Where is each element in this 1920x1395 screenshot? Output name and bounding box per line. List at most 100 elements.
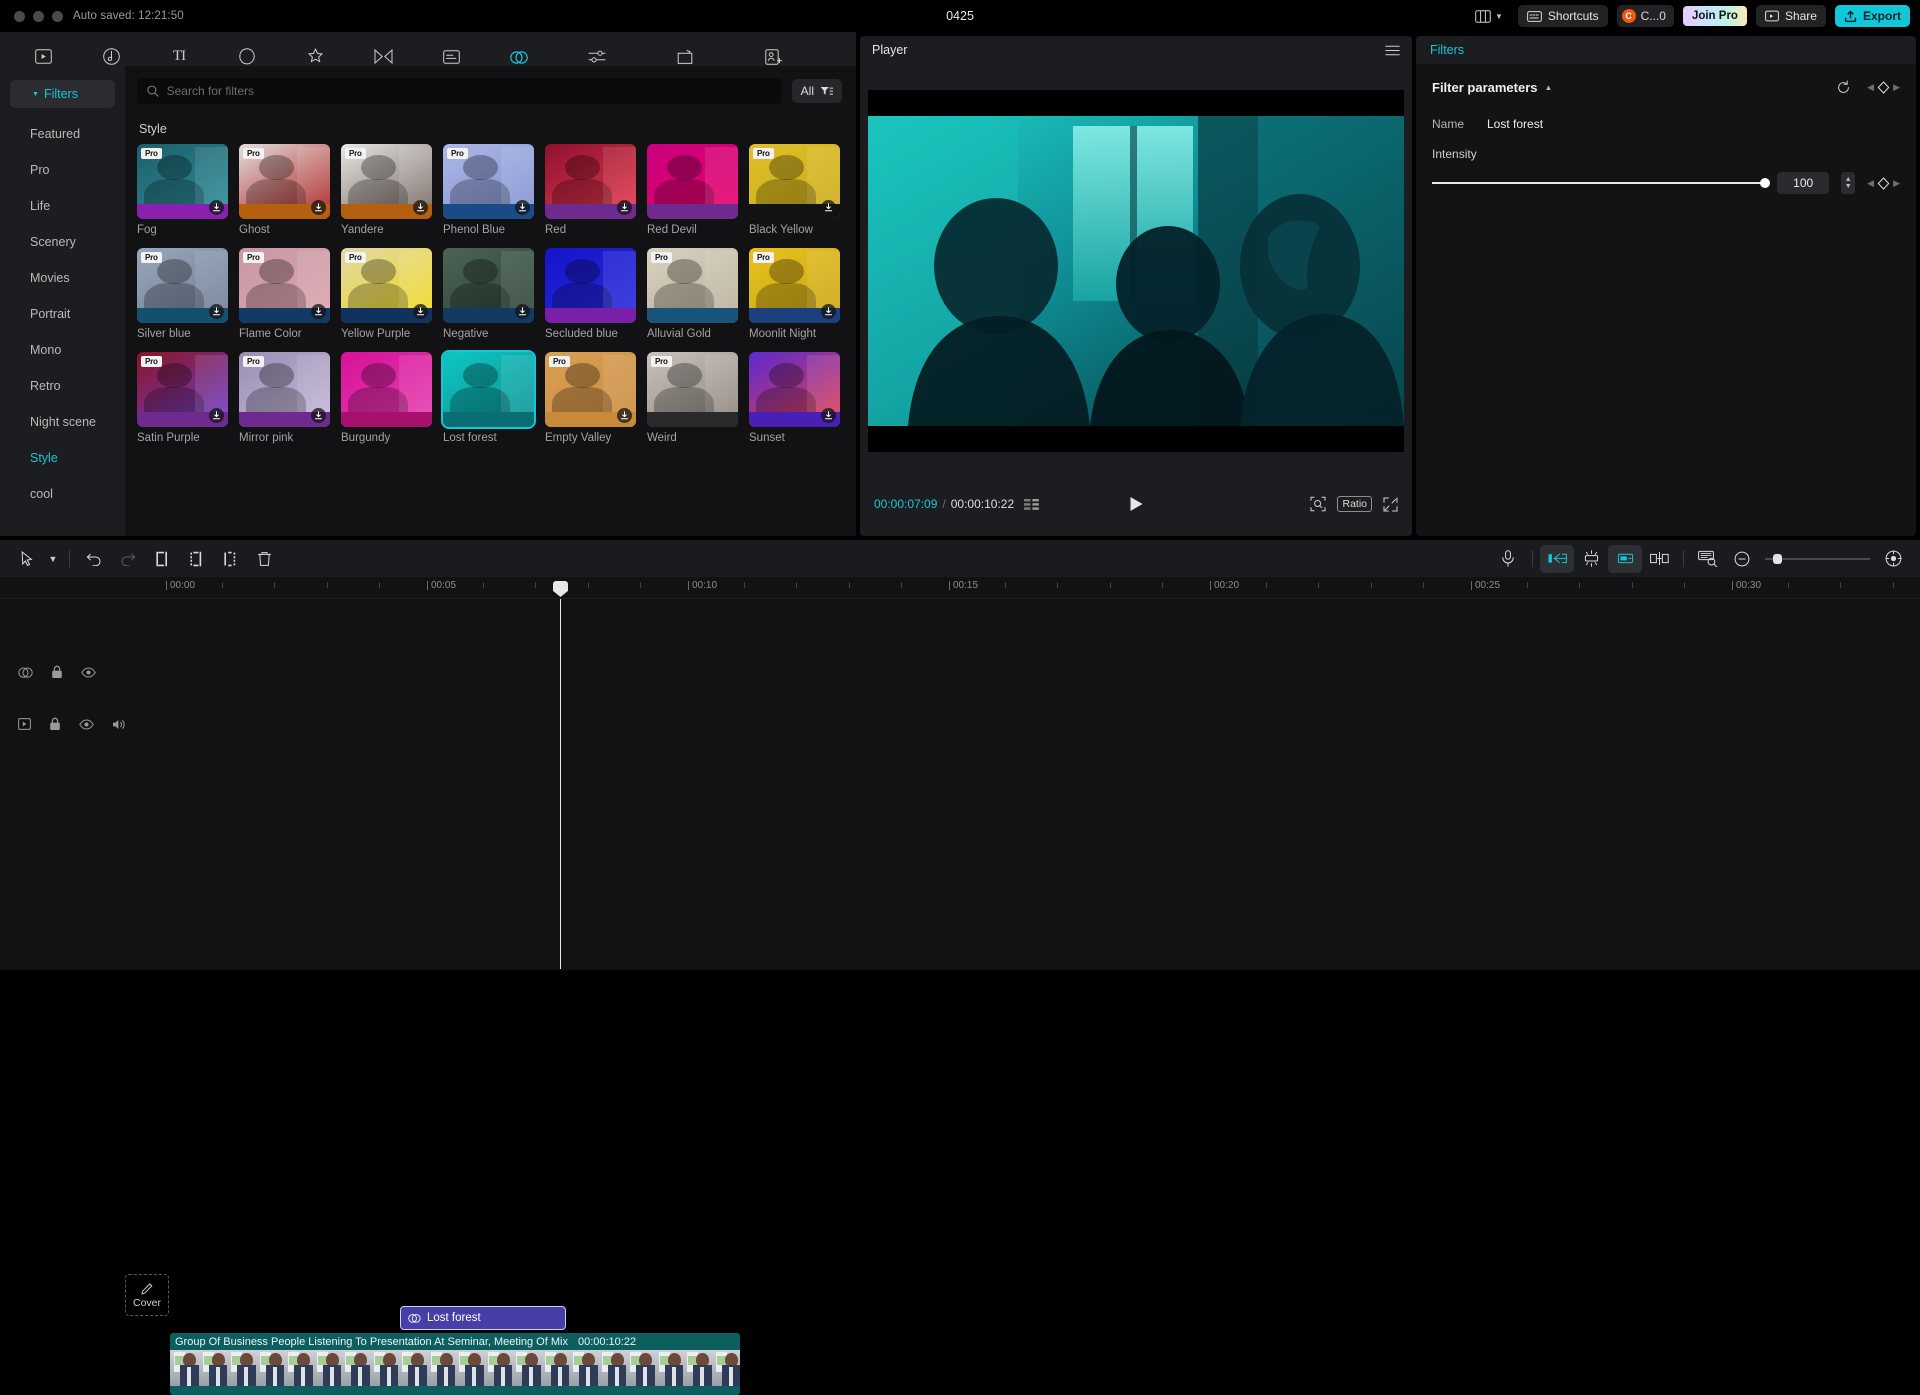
filter-thumbnail[interactable]: Pro — [239, 248, 330, 323]
filter-parameters-title-wrap[interactable]: Filter parameters ▲ — [1432, 80, 1552, 95]
sidebar-header-filters[interactable]: ▼ Filters — [10, 80, 115, 108]
lock-icon[interactable] — [49, 717, 61, 731]
sidebar-item-pro[interactable]: Pro — [0, 152, 125, 188]
export-button[interactable]: Export — [1834, 5, 1910, 27]
timeline-ruler[interactable]: 00:00 00:05 00:10 00:15 00:20 00:25 00:30 — [0, 577, 1920, 599]
filter-card[interactable]: Red — [545, 144, 636, 236]
download-icon[interactable] — [515, 304, 530, 319]
trim-start-button[interactable] — [179, 545, 213, 573]
download-icon[interactable] — [311, 304, 326, 319]
filter-card[interactable]: Pro Black Yellow — [749, 144, 840, 236]
download-icon[interactable] — [311, 200, 326, 215]
filter-card[interactable]: Pro Mirror pink — [239, 352, 330, 444]
filter-thumbnail[interactable]: Pro — [137, 248, 228, 323]
sidebar-item-scenery[interactable]: Scenery — [0, 224, 125, 260]
filter-all-button[interactable]: All — [791, 79, 842, 103]
hamburger-icon[interactable] — [1385, 45, 1400, 56]
keyframe-prev-icon[interactable]: ◀ — [1867, 178, 1874, 189]
filter-thumbnail[interactable]: Pro — [137, 144, 228, 219]
keyframe-prev-icon[interactable]: ◀ — [1867, 82, 1874, 93]
filter-card[interactable]: Pro Phenol Blue — [443, 144, 534, 236]
filter-thumbnail[interactable]: Pro — [545, 352, 636, 427]
download-icon[interactable] — [209, 408, 224, 423]
auto-sync-button[interactable] — [1574, 545, 1608, 573]
download-icon[interactable] — [617, 408, 632, 423]
filter-card[interactable]: Pro Satin Purple — [137, 352, 228, 444]
filter-thumbnail[interactable] — [441, 350, 536, 429]
share-button[interactable]: Share — [1755, 5, 1826, 27]
keyframe-control[interactable]: ◀ ▶ — [1867, 81, 1900, 94]
filter-card[interactable]: Pro Yandere — [341, 144, 432, 236]
ratio-button[interactable]: Ratio — [1337, 496, 1372, 512]
zoom-fit-button[interactable] — [1876, 545, 1910, 573]
download-icon[interactable] — [209, 304, 224, 319]
filter-thumbnail[interactable] — [443, 248, 534, 323]
credits-button[interactable]: C C...0 — [1616, 5, 1674, 27]
sidebar-item-life[interactable]: Life — [0, 188, 125, 224]
filter-thumbnail[interactable]: Pro — [341, 248, 432, 323]
sidebar-item-cool[interactable]: cool — [0, 476, 125, 512]
filter-thumbnail[interactable]: Pro — [239, 352, 330, 427]
split-button[interactable] — [145, 545, 179, 573]
filter-card[interactable]: Pro Silver blue — [137, 248, 228, 340]
redo-button[interactable] — [111, 545, 145, 573]
filter-thumbnail[interactable] — [647, 144, 738, 219]
filter-thumbnail[interactable]: Pro — [749, 144, 840, 219]
eye-icon[interactable] — [81, 666, 96, 678]
filter-card[interactable]: Secluded blue — [545, 248, 636, 340]
download-icon[interactable] — [515, 200, 530, 215]
filter-card[interactable]: Burgundy — [341, 352, 432, 444]
download-icon[interactable] — [617, 200, 632, 215]
crop-button[interactable] — [1642, 545, 1676, 573]
sidebar-item-style[interactable]: Style — [0, 440, 125, 476]
filter-card[interactable]: Pro Yellow Purple — [341, 248, 432, 340]
speaker-icon[interactable] — [112, 718, 126, 731]
sidebar-item-mono[interactable]: Mono — [0, 332, 125, 368]
filter-thumbnail[interactable]: Pro — [443, 144, 534, 219]
timeline-zoom-slider[interactable] — [1765, 553, 1870, 564]
keyframe-next-icon[interactable]: ▶ — [1893, 178, 1900, 189]
lock-icon[interactable] — [51, 665, 63, 679]
window-controls[interactable] — [14, 10, 63, 22]
trim-end-button[interactable] — [213, 545, 247, 573]
close-window-button[interactable] — [14, 10, 25, 22]
search-input[interactable] — [166, 84, 772, 98]
record-voiceover-button[interactable] — [1491, 545, 1525, 573]
stepper-down-icon[interactable]: ▼ — [1845, 183, 1852, 190]
sidebar-item-retro[interactable]: Retro — [0, 368, 125, 404]
minimize-window-button[interactable] — [33, 10, 44, 22]
filter-thumbnail[interactable]: Pro — [647, 352, 738, 427]
filter-card[interactable]: Pro Weird — [647, 352, 738, 444]
sidebar-item-night-scene[interactable]: Night scene — [0, 404, 125, 440]
filter-thumbnail[interactable]: Pro — [341, 144, 432, 219]
frames-icon[interactable] — [1024, 498, 1040, 510]
join-pro-button[interactable]: Join Pro — [1682, 6, 1747, 26]
filter-card[interactable]: Negative — [443, 248, 534, 340]
download-icon[interactable] — [311, 408, 326, 423]
timeline-zoom-knob[interactable] — [1773, 553, 1782, 564]
delete-button[interactable] — [247, 545, 281, 573]
filter-thumbnail[interactable] — [545, 248, 636, 323]
download-icon[interactable] — [821, 304, 836, 319]
filter-card[interactable]: Pro Fog — [137, 144, 228, 236]
filter-card[interactable]: Pro Empty Valley — [545, 352, 636, 444]
intensity-slider-knob[interactable] — [1760, 178, 1771, 188]
filter-card[interactable]: Pro Ghost — [239, 144, 330, 236]
filter-thumbnail[interactable] — [749, 352, 840, 427]
sidebar-item-movies[interactable]: Movies — [0, 260, 125, 296]
layout-button[interactable]: ▼ — [1469, 5, 1509, 27]
filter-thumbnail[interactable]: Pro — [137, 352, 228, 427]
pointer-tool-button[interactable] — [10, 545, 44, 573]
intensity-slider[interactable] — [1432, 178, 1771, 188]
markers-in-button[interactable] — [1540, 544, 1574, 573]
tool-dropdown-button[interactable]: ▼ — [44, 545, 62, 573]
download-icon[interactable] — [413, 304, 428, 319]
intensity-value-input[interactable]: 100 — [1777, 172, 1830, 194]
filter-thumbnail[interactable]: Pro — [239, 144, 330, 219]
search-box[interactable] — [137, 78, 782, 104]
play-icon[interactable] — [1129, 496, 1144, 512]
filter-clip[interactable]: Lost forest — [400, 1306, 566, 1330]
filter-thumbnail[interactable] — [545, 144, 636, 219]
reset-icon[interactable] — [1836, 80, 1851, 95]
markers-out-button[interactable] — [1608, 544, 1642, 573]
